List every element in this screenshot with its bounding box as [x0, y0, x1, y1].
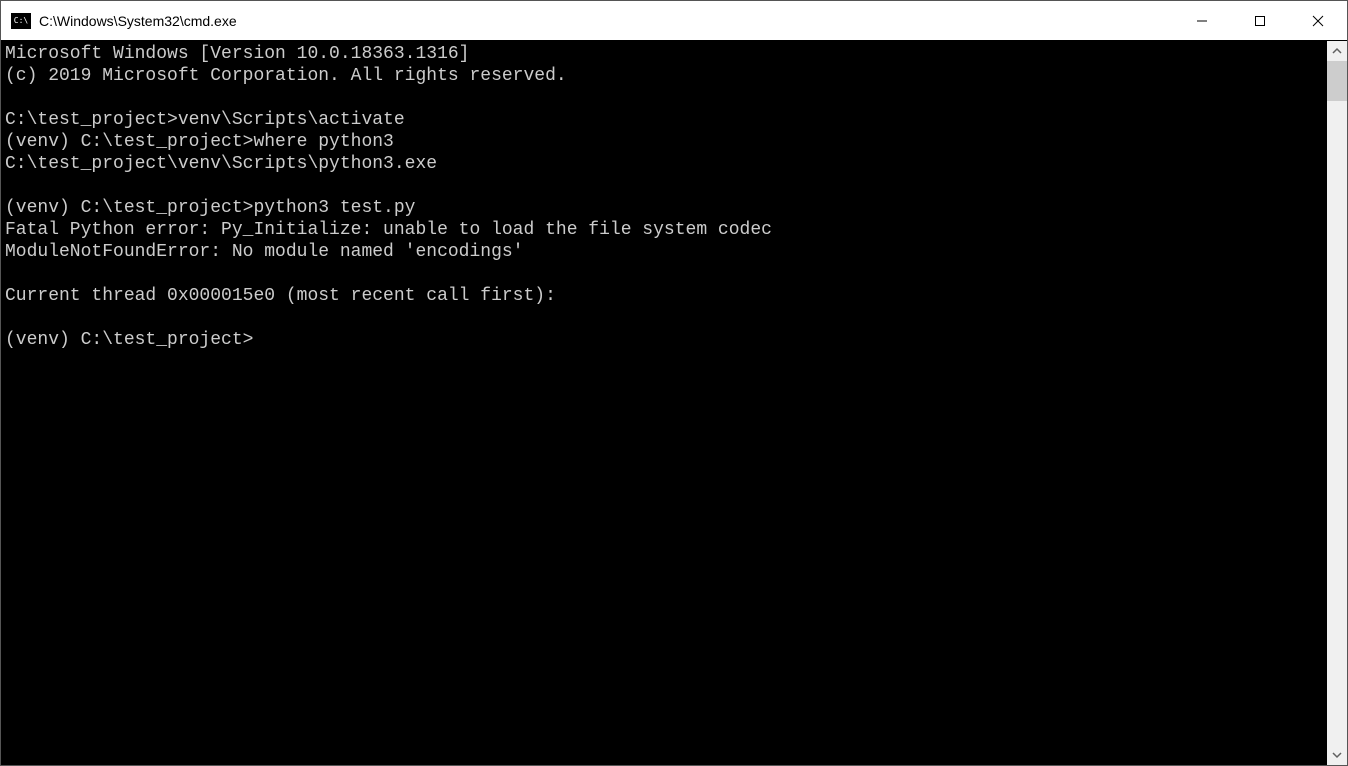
minimize-icon: [1196, 15, 1208, 27]
scroll-down-button[interactable]: [1327, 745, 1347, 765]
terminal-line: C:\test_project>venv\Scripts\activate: [5, 109, 1327, 131]
minimize-button[interactable]: [1173, 1, 1231, 40]
chevron-up-icon: [1332, 46, 1342, 56]
terminal-line: C:\test_project\venv\Scripts\python3.exe: [5, 153, 1327, 175]
scroll-track[interactable]: [1327, 61, 1347, 745]
terminal-line: Current thread 0x000015e0 (most recent c…: [5, 285, 1327, 307]
terminal-line: [5, 307, 1327, 329]
window-controls: [1173, 1, 1347, 40]
cmd-icon: [11, 13, 31, 29]
terminal-line: [5, 175, 1327, 197]
window-title: C:\Windows\System32\cmd.exe: [39, 13, 1173, 29]
titlebar[interactable]: C:\Windows\System32\cmd.exe: [1, 1, 1347, 41]
terminal-line: (venv) C:\test_project>python3 test.py: [5, 197, 1327, 219]
close-button[interactable]: [1289, 1, 1347, 40]
terminal-output[interactable]: Microsoft Windows [Version 10.0.18363.13…: [1, 41, 1327, 765]
scroll-thumb[interactable]: [1327, 61, 1347, 101]
maximize-icon: [1254, 15, 1266, 27]
terminal-line: Microsoft Windows [Version 10.0.18363.13…: [5, 43, 1327, 65]
terminal-line: (c) 2019 Microsoft Corporation. All righ…: [5, 65, 1327, 87]
terminal-line: [5, 263, 1327, 285]
close-icon: [1312, 15, 1324, 27]
chevron-down-icon: [1332, 750, 1342, 760]
cmd-window: C:\Windows\System32\cmd.exe Microsoft Wi: [0, 0, 1348, 766]
terminal-line: ModuleNotFoundError: No module named 'en…: [5, 241, 1327, 263]
vertical-scrollbar[interactable]: [1327, 41, 1347, 765]
terminal-line: Fatal Python error: Py_Initialize: unabl…: [5, 219, 1327, 241]
terminal-line: [5, 87, 1327, 109]
scroll-up-button[interactable]: [1327, 41, 1347, 61]
maximize-button[interactable]: [1231, 1, 1289, 40]
content-area: Microsoft Windows [Version 10.0.18363.13…: [1, 41, 1347, 765]
terminal-line: (venv) C:\test_project>where python3: [5, 131, 1327, 153]
terminal-line: (venv) C:\test_project>: [5, 329, 1327, 351]
